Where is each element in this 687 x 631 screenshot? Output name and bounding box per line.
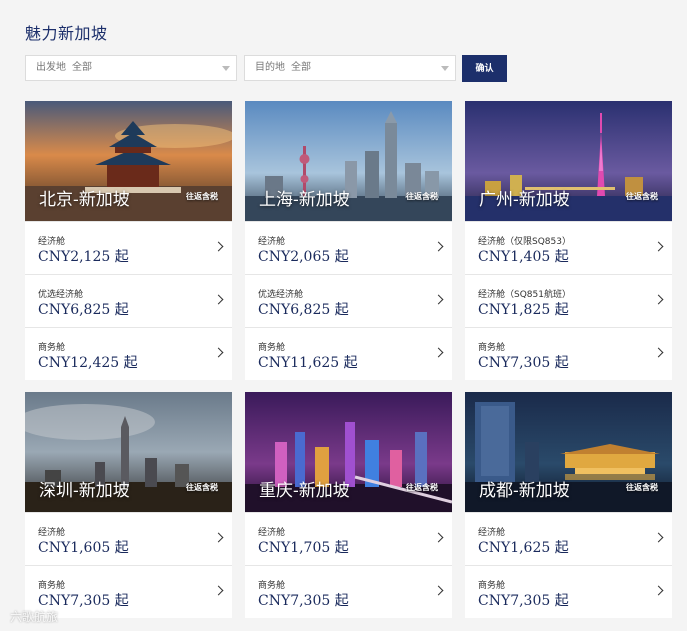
fare-row[interactable]: 经济舱（SQ851航班） CNY1,825 起 <box>465 274 672 327</box>
chevron-right-icon <box>653 585 664 596</box>
fare-row[interactable]: 商务舱 CNY7,305 起 <box>465 327 672 380</box>
fare-row[interactable]: 优选经济舱 CNY6,825 起 <box>25 274 232 327</box>
route-title: 广州-新加坡 <box>479 190 570 210</box>
origin-label: 出发地 <box>36 62 66 73</box>
fare-row[interactable]: 经济舱 CNY1,605 起 <box>25 512 232 565</box>
fare-row[interactable]: 经济舱 CNY2,125 起 <box>25 221 232 274</box>
page-title: 魅力新加坡 <box>25 24 108 43</box>
fare-price: CNY7,305 起 <box>478 355 569 371</box>
route-photo-shanghai: 上海-新加坡 往返含税 <box>245 101 452 221</box>
route-card-shenzhen[interactable]: 深圳-新加坡 往返含税 经济舱 CNY1,605 起 商务舱 CNY7,305 … <box>25 392 232 618</box>
chevron-right-icon <box>213 241 224 252</box>
route-card-shanghai[interactable]: 上海-新加坡 往返含税 经济舱 CNY2,065 起 优选经济舱 CNY6,82… <box>245 101 452 380</box>
route-card-beijing[interactable]: 北京-新加坡 往返含税 经济舱 CNY2,125 起 优选经济舱 CNY6,82… <box>25 101 232 380</box>
tax-badge: 往返含税 <box>186 483 218 492</box>
route-card-chengdu[interactable]: 成都-新加坡 往返含税 经济舱 CNY1,625 起 商务舱 CNY7,305 … <box>465 392 672 618</box>
route-title: 成都-新加坡 <box>479 481 570 501</box>
route-title: 北京-新加坡 <box>39 190 130 210</box>
origin-select[interactable]: 出发地 全部 <box>25 55 237 81</box>
chevron-right-icon <box>213 294 224 305</box>
fare-price: CNY7,305 起 <box>478 593 569 609</box>
route-photo-guangzhou: 广州-新加坡 往返含税 <box>465 101 672 221</box>
tax-badge: 往返含税 <box>186 192 218 201</box>
chevron-right-icon <box>653 294 664 305</box>
fare-price: CNY11,625 起 <box>258 355 358 371</box>
tax-badge: 往返含税 <box>626 483 658 492</box>
fare-price: CNY12,425 起 <box>38 355 138 371</box>
route-card-guangzhou[interactable]: 广州-新加坡 往返含税 经济舱（仅限SQ853） CNY1,405 起 经济舱（… <box>465 101 672 380</box>
origin-value: 全部 <box>72 62 92 73</box>
fare-price: CNY1,705 起 <box>258 540 349 556</box>
fare-price: CNY6,825 起 <box>38 302 129 318</box>
fare-price: CNY7,305 起 <box>258 593 349 609</box>
chevron-right-icon <box>653 532 664 543</box>
fare-row[interactable]: 商务舱 CNY12,425 起 <box>25 327 232 380</box>
chevron-right-icon <box>433 585 444 596</box>
chevron-right-icon <box>213 347 224 358</box>
fare-price: CNY7,305 起 <box>38 593 129 609</box>
fare-price: CNY2,065 起 <box>258 249 349 265</box>
page: 魅力新加坡 出发地 全部 目的地 全部 确认 北京-新加坡 往返含税 经济舱 C… <box>0 0 687 631</box>
fare-row[interactable]: 商务舱 CNY7,305 起 <box>245 565 452 618</box>
confirm-button[interactable]: 确认 <box>462 55 507 82</box>
fare-row[interactable]: 商务舱 CNY11,625 起 <box>245 327 452 380</box>
route-title: 重庆-新加坡 <box>259 481 350 501</box>
chevron-right-icon <box>653 241 664 252</box>
fare-price: CNY2,125 起 <box>38 249 129 265</box>
tax-badge: 往返含税 <box>406 483 438 492</box>
tax-badge: 往返含税 <box>406 192 438 201</box>
chevron-right-icon <box>433 241 444 252</box>
fare-row[interactable]: 经济舱 CNY2,065 起 <box>245 221 452 274</box>
fare-price: CNY6,825 起 <box>258 302 349 318</box>
watermark: 六歌航旅 <box>10 610 59 624</box>
fare-row[interactable]: 经济舱 CNY1,625 起 <box>465 512 672 565</box>
route-title: 深圳-新加坡 <box>39 481 130 501</box>
fare-price: CNY1,605 起 <box>38 540 129 556</box>
route-card-chongqing[interactable]: 重庆-新加坡 往返含税 经济舱 CNY1,705 起 商务舱 CNY7,305 … <box>245 392 452 618</box>
fare-row[interactable]: 优选经济舱 CNY6,825 起 <box>245 274 452 327</box>
chevron-right-icon <box>213 585 224 596</box>
tax-badge: 往返含税 <box>626 192 658 201</box>
route-photo-chengdu: 成都-新加坡 往返含税 <box>465 392 672 512</box>
fare-row[interactable]: 商务舱 CNY7,305 起 <box>465 565 672 618</box>
fare-row[interactable]: 经济舱 CNY1,705 起 <box>245 512 452 565</box>
chevron-right-icon <box>213 532 224 543</box>
destination-value: 全部 <box>291 62 311 73</box>
destination-label: 目的地 <box>255 62 285 73</box>
chevron-down-icon <box>441 66 449 71</box>
chevron-right-icon <box>653 347 664 358</box>
chevron-right-icon <box>433 294 444 305</box>
chevron-down-icon <box>222 66 230 71</box>
fare-price: CNY1,825 起 <box>478 302 569 318</box>
route-photo-chongqing: 重庆-新加坡 往返含税 <box>245 392 452 512</box>
route-photo-shenzhen: 深圳-新加坡 往返含税 <box>25 392 232 512</box>
fare-price: CNY1,405 起 <box>478 249 569 265</box>
fare-price: CNY1,625 起 <box>478 540 569 556</box>
chevron-right-icon <box>433 532 444 543</box>
route-photo-beijing: 北京-新加坡 往返含税 <box>25 101 232 221</box>
destination-select[interactable]: 目的地 全部 <box>244 55 456 81</box>
fare-row[interactable]: 经济舱（仅限SQ853） CNY1,405 起 <box>465 221 672 274</box>
chevron-right-icon <box>433 347 444 358</box>
route-title: 上海-新加坡 <box>259 190 350 210</box>
